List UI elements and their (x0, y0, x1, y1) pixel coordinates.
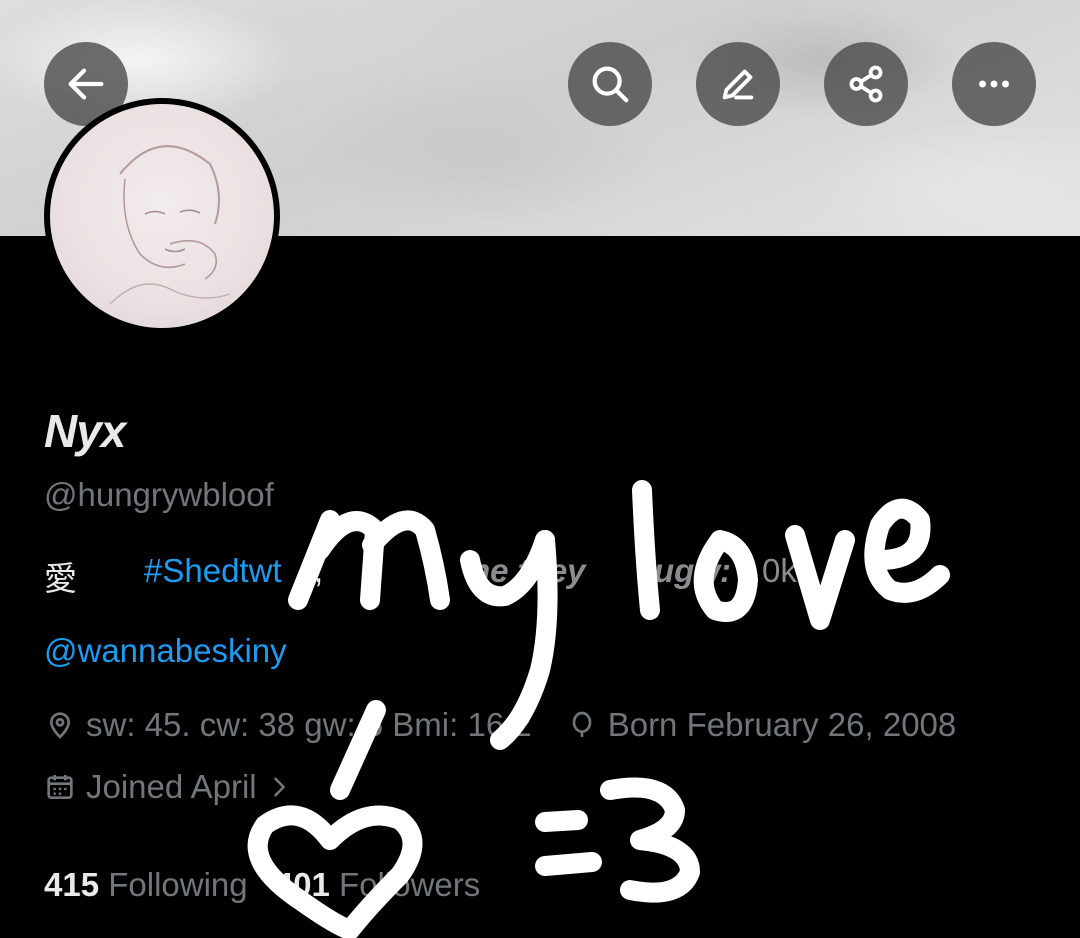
followers-count: 401 (274, 866, 330, 903)
share-icon (849, 65, 883, 103)
following-link[interactable]: 415 Following (44, 866, 248, 903)
profile-handle: @hungrywbloof (44, 476, 274, 513)
share-button[interactable] (824, 42, 908, 126)
avatar-sketch (109, 145, 231, 305)
avatar-image (50, 104, 274, 328)
edit-button[interactable] (696, 42, 780, 126)
location-text: sw: 45. cw: 38 gw: 5 Bmi: 16,2 (86, 706, 532, 743)
avatar[interactable] (44, 98, 280, 334)
calendar-icon (47, 775, 73, 799)
profile-name: Nyx (44, 405, 126, 457)
more-button[interactable] (952, 42, 1036, 126)
chevron-right-icon (273, 777, 285, 797)
bio-hashtag-link[interactable]: #Shedtwt (144, 552, 282, 590)
location-row: sw: 45. cw: 38 gw: 5 Bmi: 16,2 Born Febr… (44, 706, 956, 744)
joined-text: Joined April (86, 768, 257, 805)
profile-stats: 415 Following 401 Followers (44, 866, 480, 904)
more-icon (979, 80, 1009, 88)
bio-comma: , (314, 552, 324, 589)
balloon-icon (572, 711, 592, 737)
bio-ugw-label: ugw: (654, 552, 731, 589)
arrow-left-icon (68, 68, 104, 100)
following-count: 415 (44, 866, 100, 903)
search-button[interactable] (568, 42, 652, 126)
edit-icon (722, 69, 754, 100)
profile-mention-link[interactable]: @wannabeskiny (44, 632, 287, 670)
bio-pronouns: he they (470, 552, 586, 589)
following-label: Following (108, 866, 248, 903)
bio-symbol: 愛 (44, 560, 77, 597)
bio-ugw-value: 0kg (762, 552, 816, 589)
joined-row[interactable]: Joined April (44, 768, 303, 806)
followers-label: Followers (339, 866, 481, 903)
followers-link[interactable]: 401 Followers (275, 866, 480, 903)
search-icon (592, 66, 629, 103)
birthday-text: Born February 26, 2008 (607, 706, 957, 743)
location-pin-icon (49, 712, 71, 739)
